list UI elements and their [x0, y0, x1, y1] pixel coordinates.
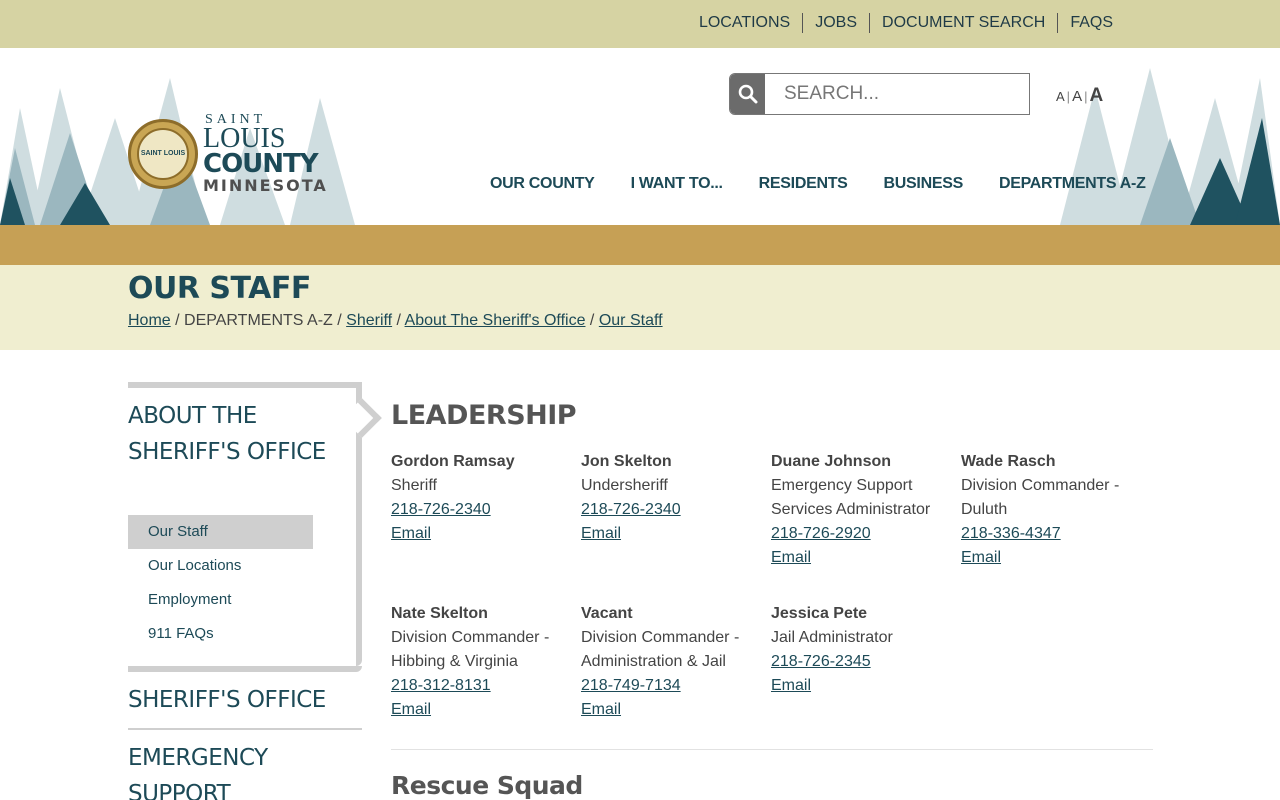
staff-email-link[interactable]: Email: [771, 546, 961, 570]
leadership-title: LEADERSHIP: [391, 400, 577, 431]
county-wordmark: SAINT LOUIS COUNTY MINNESOTA: [203, 113, 328, 195]
sidebar-section-emergency-support[interactable]: EMERGENCY SUPPORT: [128, 740, 362, 800]
staff-email-link[interactable]: Email: [391, 698, 581, 722]
breadcrumb-sheriff[interactable]: Sheriff: [346, 312, 392, 329]
sidebar-pointer: [342, 398, 382, 438]
staff-email-link[interactable]: Email: [961, 546, 1151, 570]
wordmark-minnesota: MINNESOTA: [203, 176, 328, 195]
staff-card: Duane Johnson Emergency Support Services…: [771, 450, 961, 570]
staff-phone-link[interactable]: 218-726-2920: [771, 522, 961, 546]
sidebar-border: [128, 666, 362, 672]
title-band: OUR STAFF Home / DEPARTMENTS A-Z / Sheri…: [0, 265, 1280, 350]
utility-link-faqs[interactable]: FAQS: [1058, 13, 1125, 33]
breadcrumb-separator: /: [170, 312, 185, 329]
search-input[interactable]: [765, 74, 1029, 114]
breadcrumb-departments: DEPARTMENTS A-Z: [184, 312, 333, 329]
staff-email-link[interactable]: Email: [581, 522, 771, 546]
staff-title: Sheriff: [391, 477, 437, 494]
text-size-medium[interactable]: A: [1072, 88, 1082, 105]
breadcrumb-home[interactable]: Home: [128, 312, 171, 329]
staff-title: Jail Administrator: [771, 629, 893, 646]
breadcrumb: Home / DEPARTMENTS A-Z / Sheriff / About…: [128, 312, 663, 330]
county-logo[interactable]: SAINT LOUIS SAINT LOUIS COUNTY MINNESOTA: [128, 113, 328, 195]
search-button[interactable]: [730, 74, 765, 114]
staff-email-link[interactable]: Email: [391, 522, 581, 546]
staff-title: Division Commander - Hibbing & Virginia: [391, 629, 550, 670]
nav-business[interactable]: BUSINESS: [884, 175, 964, 193]
nav-our-county[interactable]: OUR COUNTY: [490, 175, 595, 193]
staff-email-link[interactable]: Email: [581, 698, 771, 722]
sidebar: ABOUT THE SHERIFF'S OFFICE Our Staff Our…: [128, 382, 382, 800]
sidebar-border: [128, 382, 362, 388]
utility-nav: LOCATIONS JOBS DOCUMENT SEARCH FAQS: [687, 13, 1125, 33]
staff-grid: Gordon Ramsay Sheriff 218-726-2340 Email…: [391, 450, 1153, 754]
staff-email-link[interactable]: Email: [771, 674, 961, 698]
sidebar-list: Our Staff Our Locations Employment 911 F…: [128, 515, 313, 651]
breadcrumb-about[interactable]: About The Sheriff's Office: [405, 312, 586, 329]
wordmark-county: COUNTY: [203, 149, 319, 179]
search-icon: [738, 84, 757, 104]
seal-text: SAINT LOUIS: [137, 128, 189, 180]
staff-title: Emergency Support Services Administrator: [771, 477, 931, 518]
staff-card: Nate Skelton Division Commander - Hibbin…: [391, 602, 581, 722]
nav-residents[interactable]: RESIDENTS: [759, 175, 848, 193]
staff-phone-link[interactable]: 218-726-2340: [581, 498, 771, 522]
staff-title: Undersheriff: [581, 477, 668, 494]
staff-name: Vacant: [581, 605, 633, 622]
utility-bar: LOCATIONS JOBS DOCUMENT SEARCH FAQS: [0, 0, 1280, 48]
wordmark-louis: LOUIS: [203, 123, 286, 154]
staff-name: Jessica Pete: [771, 605, 868, 622]
search-box: [729, 73, 1030, 115]
staff-card: Gordon Ramsay Sheriff 218-726-2340 Email: [391, 450, 581, 570]
section-divider: [391, 749, 1153, 750]
gold-band: [0, 225, 1280, 265]
sidebar-active-section: ABOUT THE SHERIFF'S OFFICE Our Staff Our…: [128, 382, 382, 672]
staff-phone-link[interactable]: 218-336-4347: [961, 522, 1151, 546]
breadcrumb-separator: /: [332, 312, 347, 329]
staff-name: Jon Skelton: [581, 453, 672, 470]
staff-card: Vacant Division Commander - Administrati…: [581, 602, 771, 722]
staff-name: Duane Johnson: [771, 453, 892, 470]
nav-i-want-to[interactable]: I WANT TO...: [631, 175, 723, 193]
staff-name: Wade Rasch: [961, 453, 1056, 470]
staff-phone-link[interactable]: 218-312-8131: [391, 674, 581, 698]
utility-link-locations[interactable]: LOCATIONS: [687, 13, 802, 33]
staff-title: Division Commander - Duluth: [961, 477, 1120, 518]
staff-card: Jon Skelton Undersheriff 218-726-2340 Em…: [581, 450, 771, 570]
text-size-small[interactable]: A: [1056, 89, 1065, 104]
sidebar-item-our-locations[interactable]: Our Locations: [128, 549, 313, 583]
utility-link-jobs[interactable]: JOBS: [803, 13, 869, 33]
nav-departments-az[interactable]: DEPARTMENTS A-Z: [999, 175, 1146, 193]
page-title: OUR STAFF: [128, 271, 311, 306]
sidebar-heading[interactable]: ABOUT THE SHERIFF'S OFFICE: [128, 398, 328, 470]
staff-phone-link[interactable]: 218-726-2345: [771, 650, 961, 674]
county-seal: SAINT LOUIS: [128, 119, 198, 189]
staff-phone-link[interactable]: 218-726-2340: [391, 498, 581, 522]
site-header: SAINT LOUIS SAINT LOUIS COUNTY MINNESOTA…: [0, 48, 1280, 225]
sidebar-section-sheriffs-office[interactable]: SHERIFF'S OFFICE: [128, 682, 362, 730]
staff-phone-link[interactable]: 218-749-7134: [581, 674, 771, 698]
rescue-squad-title: Rescue Squad: [391, 771, 583, 800]
breadcrumb-current[interactable]: Our Staff: [599, 312, 663, 329]
text-size-controls: A | A | A: [1056, 85, 1104, 107]
staff-name: Gordon Ramsay: [391, 453, 515, 470]
staff-card: Jessica Pete Jail Administrator 218-726-…: [771, 602, 961, 722]
breadcrumb-separator: /: [585, 312, 599, 329]
sidebar-item-employment[interactable]: Employment: [128, 583, 313, 617]
staff-title: Division Commander - Administration & Ja…: [581, 629, 740, 670]
staff-card: Wade Rasch Division Commander - Duluth 2…: [961, 450, 1151, 570]
sidebar-item-our-staff[interactable]: Our Staff: [128, 515, 313, 549]
main-nav: OUR COUNTY I WANT TO... RESIDENTS BUSINE…: [490, 175, 1182, 193]
text-size-large[interactable]: A: [1089, 85, 1103, 107]
sidebar-item-911-faqs[interactable]: 911 FAQs: [128, 617, 313, 651]
staff-name: Nate Skelton: [391, 605, 488, 622]
utility-link-document-search[interactable]: DOCUMENT SEARCH: [870, 13, 1057, 33]
main-content: LEADERSHIP Gordon Ramsay Sheriff 218-726…: [391, 400, 1153, 754]
breadcrumb-separator: /: [392, 312, 405, 329]
